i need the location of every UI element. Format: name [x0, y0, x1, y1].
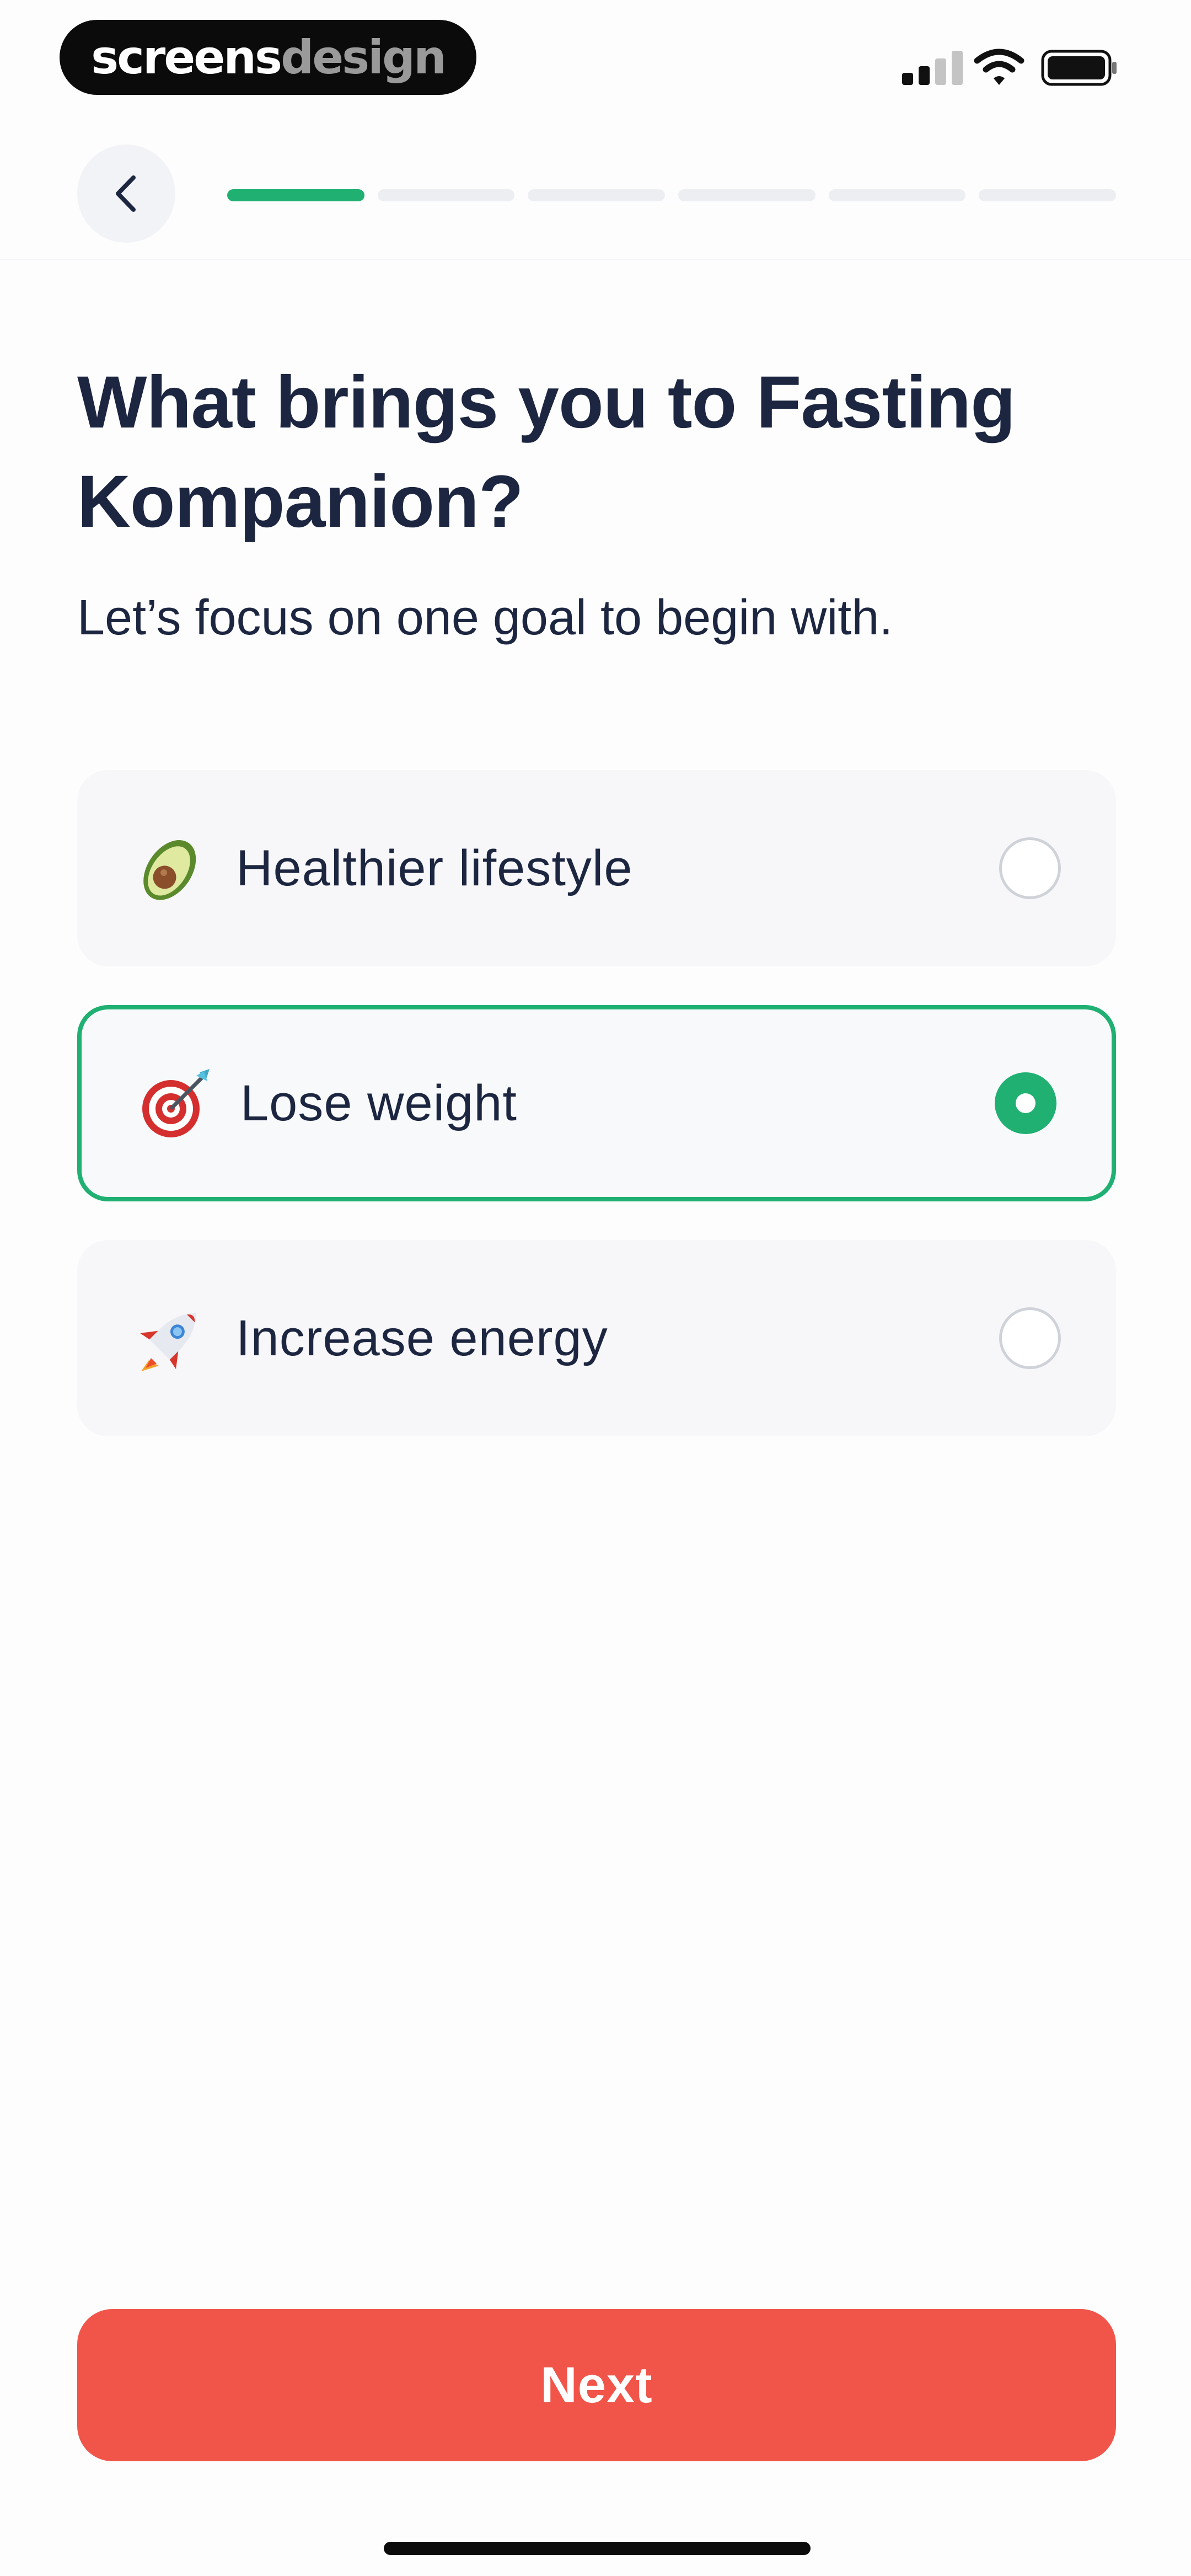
chevron-left-icon [116, 175, 136, 212]
progress-step-5 [828, 189, 966, 201]
radio-button[interactable] [999, 1307, 1061, 1369]
brand-logo: screens design [60, 20, 476, 95]
option-label: Increase energy [236, 1310, 608, 1366]
progress-bar [227, 189, 1117, 202]
avocado-icon [143, 840, 196, 900]
page-title: What brings you to Fasting Kompanion? [77, 361, 1016, 543]
home-indicator [384, 2542, 811, 2555]
option-increase-energy[interactable]: Increase energy [77, 1240, 1116, 1436]
nav-divider [0, 259, 1191, 260]
option-lose-weight[interactable]: Lose weight [77, 1005, 1116, 1201]
option-label: Lose weight [240, 1075, 517, 1131]
brand-logo-part2: design [281, 30, 447, 84]
rocket-icon [140, 1313, 196, 1371]
wifi-icon [974, 49, 1024, 85]
target-icon [142, 1069, 210, 1137]
progress-step-3 [528, 189, 666, 201]
page-subtitle: Let’s focus on one goal to begin with. [77, 590, 893, 645]
battery-icon [1041, 50, 1117, 86]
onboarding-screen: screens design What brings you to Fasting… [0, 0, 1191, 2576]
progress-step-4 [678, 189, 816, 201]
radio-button-selected[interactable] [995, 1072, 1056, 1134]
progress-step-2 [377, 189, 515, 201]
signal-icon [902, 51, 963, 85]
next-button[interactable]: Next [77, 2309, 1116, 2461]
back-button[interactable] [77, 145, 175, 243]
progress-step-1 [227, 189, 364, 201]
option-healthier-lifestyle[interactable]: Healthier lifestyle [77, 770, 1116, 966]
progress-step-6 [979, 189, 1117, 201]
option-label: Healthier lifestyle [236, 840, 633, 896]
brand-logo-part1: screens [91, 30, 282, 84]
radio-button[interactable] [999, 837, 1061, 899]
